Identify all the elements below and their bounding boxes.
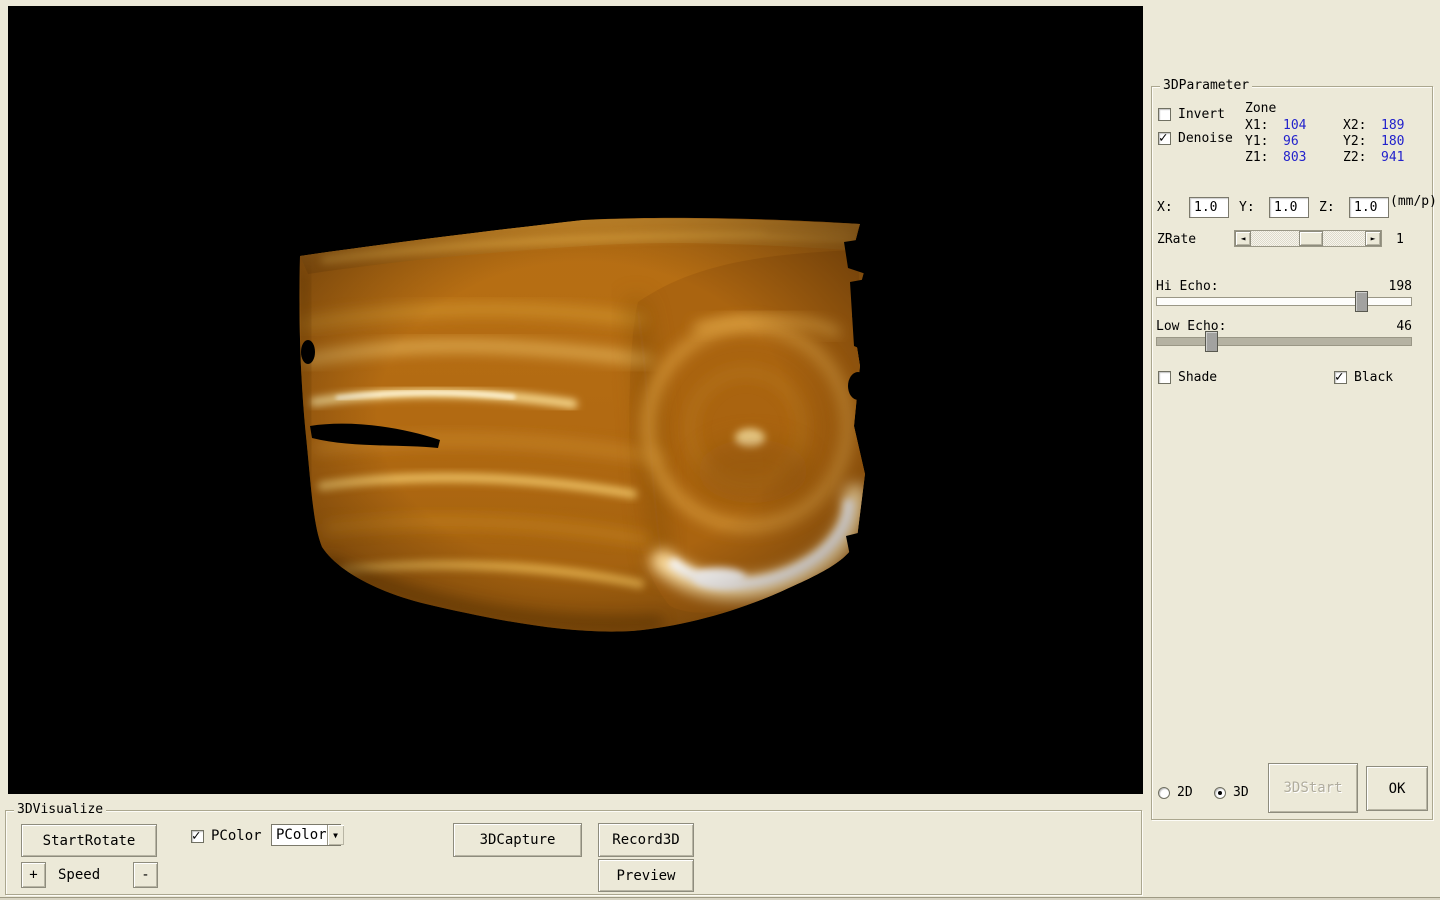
shade-checkbox[interactable] — [1158, 371, 1171, 384]
hi-echo-value: 198 — [1372, 279, 1412, 294]
mode-3d-label: 3D — [1233, 785, 1249, 800]
zrate-left-arrow-icon[interactable]: ◄ — [1235, 231, 1251, 246]
zone-row-y: Y1:96Y2:180 — [1245, 134, 1425, 149]
parameter-panel: 3DParameter Invert Denoise Zone X1:104X2… — [1151, 86, 1433, 820]
shade-label: Shade — [1178, 370, 1217, 385]
zrate-scrollbar[interactable]: ◄ ► — [1234, 230, 1382, 247]
record-3d-button[interactable]: Record3D — [598, 823, 694, 857]
zone-row-z: Z1:803Z2:941 — [1245, 150, 1425, 165]
zrate-thumb[interactable] — [1299, 231, 1323, 246]
zone-y1-value: 96 — [1283, 134, 1343, 149]
mode-2d-label: 2D — [1177, 785, 1193, 800]
zrate-track[interactable] — [1251, 231, 1365, 246]
scale-z-input[interactable] — [1349, 197, 1389, 218]
black-checkbox-row: Black — [1334, 370, 1393, 385]
black-label: Black — [1354, 370, 1393, 385]
invert-checkbox[interactable] — [1158, 108, 1171, 121]
black-checkbox[interactable] — [1334, 371, 1347, 384]
scale-y-input[interactable] — [1269, 197, 1309, 218]
dropdown-arrow-icon[interactable]: ▼ — [327, 825, 344, 845]
zrate-label: ZRate — [1157, 232, 1196, 247]
pcolor-dropdown-value: PColor — [272, 827, 327, 843]
hi-echo-label: Hi Echo: — [1156, 279, 1219, 294]
scale-x-label: X: — [1157, 200, 1173, 215]
zone-y2-value: 180 — [1381, 134, 1425, 149]
preview-button[interactable]: Preview — [598, 859, 694, 892]
scale-z-label: Z: — [1319, 200, 1335, 215]
mode-2d-radio-row: 2D — [1158, 785, 1193, 800]
zrate-right-arrow-icon[interactable]: ► — [1365, 231, 1381, 246]
speed-label: Speed — [58, 867, 100, 883]
denoise-label: Denoise — [1178, 131, 1233, 146]
mode-3d-radio[interactable] — [1214, 787, 1226, 799]
hi-echo-slider[interactable] — [1156, 297, 1412, 306]
zone-row-x: X1:104X2:189 — [1245, 118, 1425, 133]
ultrasound-3d-app-window: { "colors": { "background": "#ece9d8", "… — [0, 0, 1440, 900]
low-echo-thumb[interactable] — [1205, 331, 1218, 352]
scale-x-input[interactable] — [1189, 197, 1229, 218]
zone-z2-value: 941 — [1381, 150, 1425, 165]
low-echo-slider[interactable] — [1156, 337, 1412, 346]
scale-y-label: Y: — [1239, 200, 1255, 215]
render-viewport[interactable] — [8, 6, 1143, 794]
visualize-panel: 3DVisualize StartRotate + Speed - PColor… — [5, 810, 1142, 895]
zone-x2-label: X2: — [1343, 118, 1381, 133]
pcolor-checkbox-row: PColor — [191, 828, 262, 844]
denoise-checkbox-row: Denoise — [1158, 131, 1233, 146]
low-echo-value: 46 — [1372, 319, 1412, 334]
zone-y1-label: Y1: — [1245, 134, 1283, 149]
speed-minus-button[interactable]: - — [133, 862, 158, 888]
pcolor-dropdown[interactable]: PColor ▼ — [271, 824, 341, 846]
zrate-value: 1 — [1396, 232, 1404, 247]
zone-z2-label: Z2: — [1343, 150, 1381, 165]
start-rotate-button[interactable]: StartRotate — [21, 824, 157, 857]
zone-x1-value: 104 — [1283, 118, 1343, 133]
denoise-checkbox[interactable] — [1158, 132, 1171, 145]
scale-unit-label: (mm/p) — [1390, 194, 1437, 209]
shade-checkbox-row: Shade — [1158, 370, 1217, 385]
pcolor-checkbox[interactable] — [191, 830, 204, 843]
invert-checkbox-row: Invert — [1158, 107, 1225, 122]
visualize-panel-title: 3DVisualize — [14, 802, 106, 817]
mode-3d-radio-row: 3D — [1214, 785, 1249, 800]
mode-2d-radio[interactable] — [1158, 787, 1170, 799]
capture-3d-button[interactable]: 3DCapture — [453, 823, 582, 857]
volume-render-3d[interactable] — [8, 6, 1143, 794]
hi-echo-thumb[interactable] — [1355, 291, 1368, 312]
parameter-panel-title: 3DParameter — [1160, 78, 1252, 93]
zone-y2-label: Y2: — [1343, 134, 1381, 149]
ok-button[interactable]: OK — [1366, 766, 1428, 811]
zone-z1-label: Z1: — [1245, 150, 1283, 165]
speed-plus-button[interactable]: + — [21, 862, 46, 888]
pcolor-label: PColor — [211, 828, 262, 844]
invert-label: Invert — [1178, 107, 1225, 122]
zone-x2-value: 189 — [1381, 118, 1425, 133]
zone-x1-label: X1: — [1245, 118, 1283, 133]
start-3d-button[interactable]: 3DStart — [1268, 763, 1358, 813]
zone-title: Zone — [1245, 101, 1276, 116]
zone-z1-value: 803 — [1283, 150, 1343, 165]
